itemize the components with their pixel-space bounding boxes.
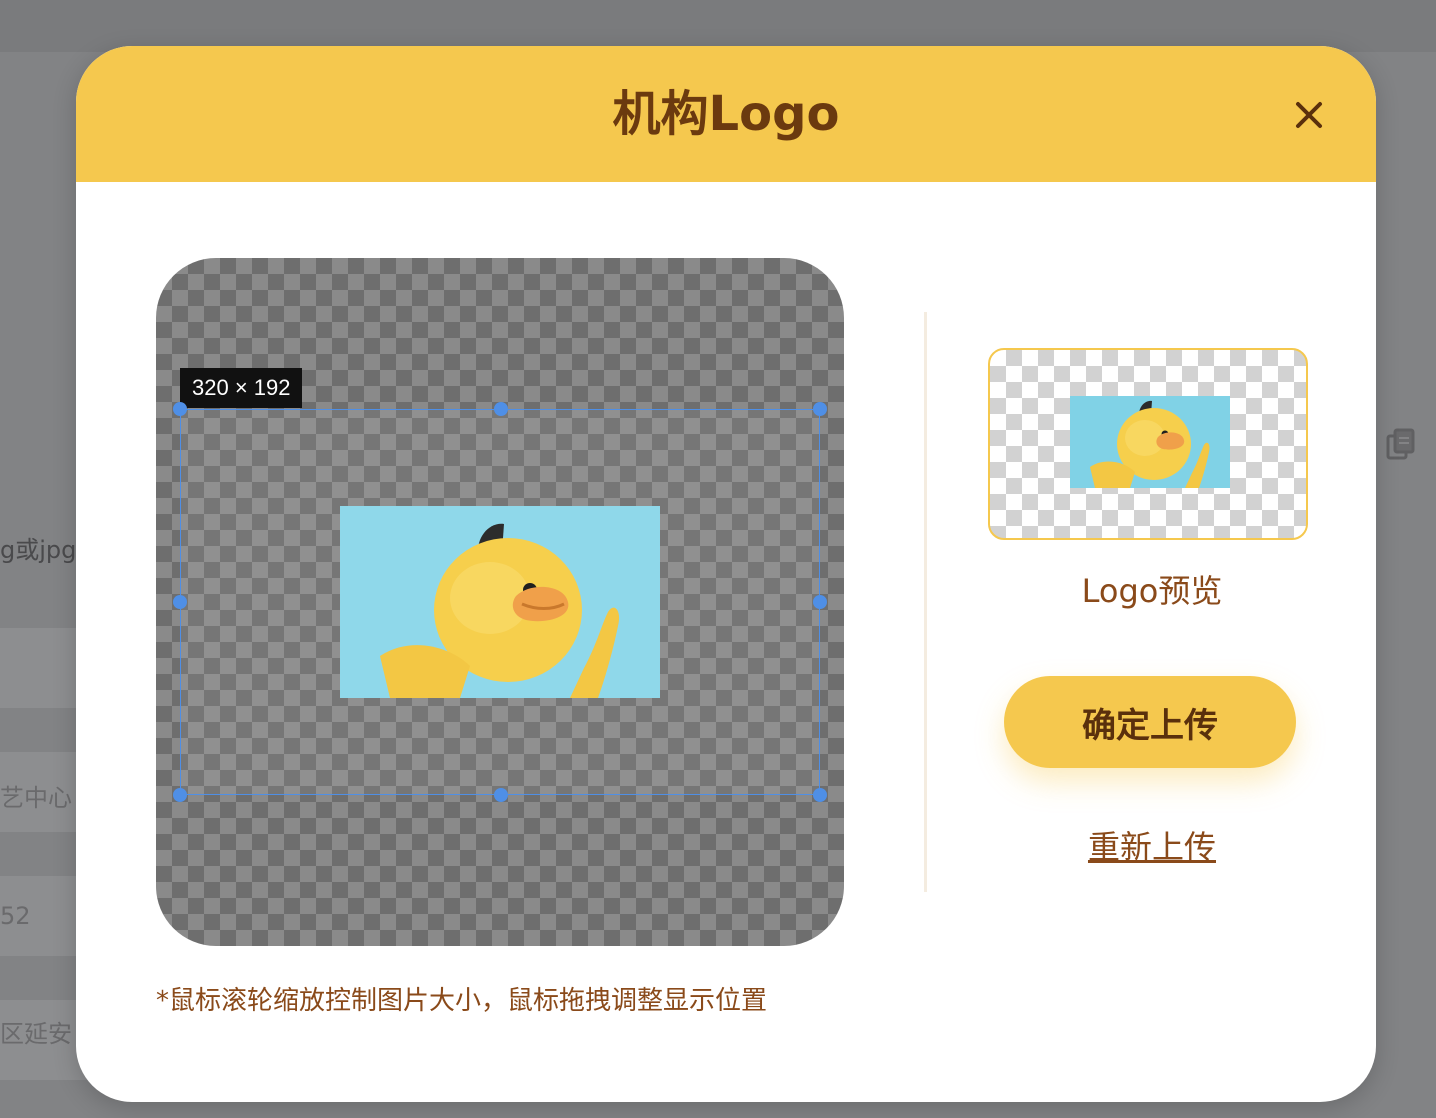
duck-illustration — [380, 523, 620, 698]
close-icon[interactable] — [1290, 96, 1328, 134]
crop-handle-top-left[interactable] — [173, 402, 187, 416]
image-cropper[interactable]: 320 × 192 — [156, 258, 844, 946]
reupload-link[interactable]: 重新上传 — [988, 826, 1316, 868]
background-text-phone: 52 — [0, 902, 31, 930]
crop-handle-right[interactable] — [813, 595, 827, 609]
crop-size-label: 320 × 192 — [180, 368, 303, 408]
crop-handle-top-right[interactable] — [813, 402, 827, 416]
crop-handle-bottom[interactable] — [494, 788, 508, 802]
preview-label: Logo预览 — [1081, 572, 1223, 610]
preview-duck-image — [1070, 396, 1230, 488]
dialog-title: 机构Logo — [612, 86, 840, 142]
crop-handle-top[interactable] — [494, 402, 508, 416]
vertical-divider — [924, 312, 927, 892]
duck-preview-illustration — [1090, 400, 1210, 488]
background-top-bar — [0, 0, 1436, 52]
crop-handle-bottom-right[interactable] — [813, 788, 827, 802]
dialog-header: 机构Logo — [76, 46, 1376, 182]
background-text-address: 区延安 — [0, 1020, 72, 1048]
logo-upload-dialog: 机构Logo 320 × 192 *鼠标滚轮缩放控制图片大小，鼠标拖拽调整显示位… — [76, 46, 1376, 1102]
background-text-format: g或jpg — [0, 536, 77, 564]
copy-icon — [1386, 428, 1415, 460]
background-text-name: 艺中心 — [0, 784, 72, 812]
confirm-upload-button[interactable]: 确定上传 — [1004, 676, 1296, 768]
logo-preview — [988, 348, 1308, 540]
uploaded-duck-image[interactable] — [340, 506, 660, 698]
cropper-hint: *鼠标滚轮缩放控制图片大小，鼠标拖拽调整显示位置 — [156, 986, 768, 1016]
crop-handle-left[interactable] — [173, 595, 187, 609]
crop-handle-bottom-left[interactable] — [173, 788, 187, 802]
